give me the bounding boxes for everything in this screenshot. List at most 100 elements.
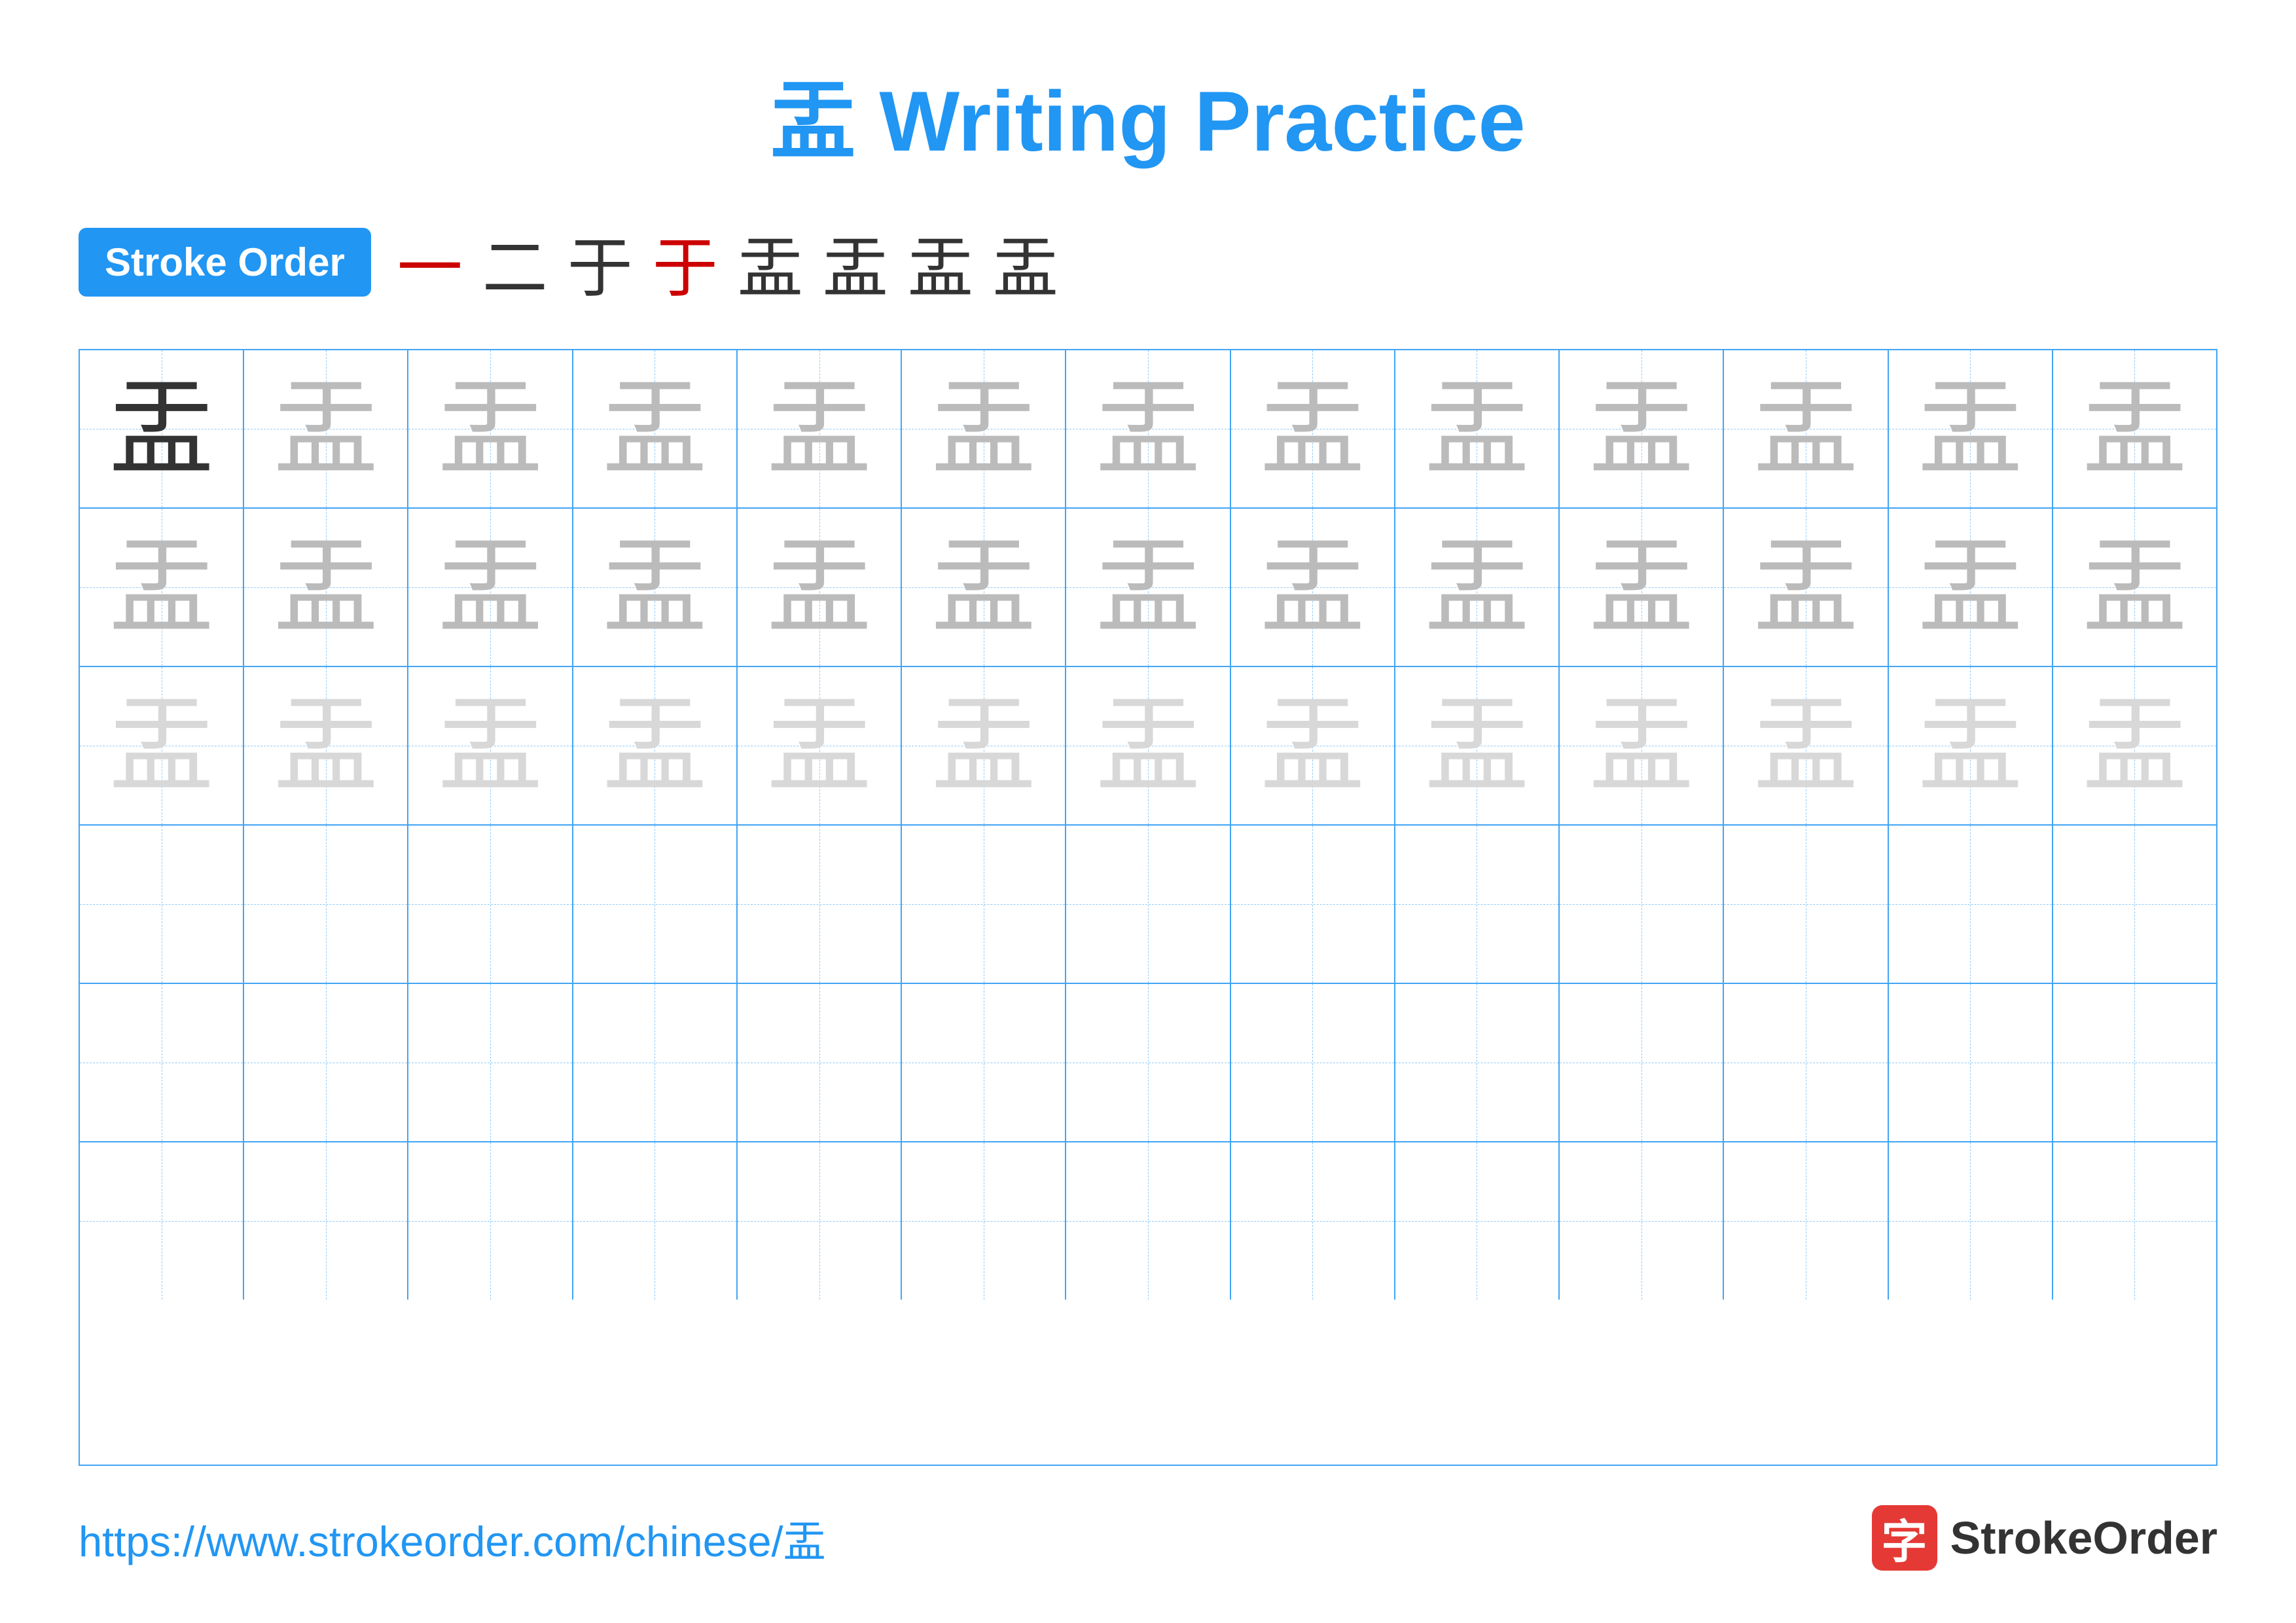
grid-cell-4-8[interactable] — [1231, 826, 1395, 983]
grid-cell-3-10[interactable]: 盂 — [1560, 667, 1724, 824]
grid-cell-6-1[interactable] — [80, 1142, 244, 1300]
grid-cell-6-3[interactable] — [408, 1142, 573, 1300]
grid-cell-2-9[interactable]: 盂 — [1395, 509, 1560, 666]
grid-cell-6-8[interactable] — [1231, 1142, 1395, 1300]
practice-char: 盂 — [931, 535, 1036, 640]
grid-cell-6-11[interactable] — [1724, 1142, 1888, 1300]
grid-cell-5-13[interactable] — [2053, 984, 2216, 1141]
grid-cell-1-11[interactable]: 盂 — [1724, 350, 1888, 507]
grid-cell-2-10[interactable]: 盂 — [1560, 509, 1724, 666]
stroke-6: 盂 — [823, 215, 888, 310]
practice-char: 盂 — [931, 376, 1036, 481]
grid-cell-6-6[interactable] — [902, 1142, 1066, 1300]
grid-cell-2-6[interactable]: 盂 — [902, 509, 1066, 666]
grid-cell-1-6[interactable]: 盂 — [902, 350, 1066, 507]
grid-cell-5-2[interactable] — [244, 984, 408, 1141]
grid-cell-5-4[interactable] — [573, 984, 738, 1141]
grid-cell-3-9[interactable]: 盂 — [1395, 667, 1560, 824]
grid-cell-4-4[interactable] — [573, 826, 738, 983]
grid-cell-4-6[interactable] — [902, 826, 1066, 983]
grid-cell-5-10[interactable] — [1560, 984, 1724, 1141]
grid-cell-1-13[interactable]: 盂 — [2053, 350, 2216, 507]
grid-cell-1-7[interactable]: 盂 — [1066, 350, 1230, 507]
grid-cell-2-2[interactable]: 盂 — [244, 509, 408, 666]
grid-cell-5-6[interactable] — [902, 984, 1066, 1141]
practice-char: 盂 — [274, 535, 378, 640]
practice-char: 盂 — [1260, 376, 1365, 481]
grid-cell-2-11[interactable]: 盂 — [1724, 509, 1888, 666]
practice-char: 盂 — [2082, 693, 2187, 798]
grid-cell-2-3[interactable]: 盂 — [408, 509, 573, 666]
grid-cell-2-12[interactable]: 盂 — [1889, 509, 2053, 666]
grid-cell-1-8[interactable]: 盂 — [1231, 350, 1395, 507]
practice-char: 盂 — [1753, 693, 1858, 798]
practice-char: 盂 — [1589, 693, 1694, 798]
grid-cell-1-5[interactable]: 盂 — [738, 350, 902, 507]
grid-cell-1-3[interactable]: 盂 — [408, 350, 573, 507]
grid-cell-1-12[interactable]: 盂 — [1889, 350, 2053, 507]
grid-cell-1-1[interactable]: 盂 — [80, 350, 244, 507]
practice-char: 盂 — [1918, 376, 2022, 481]
grid-cell-6-4[interactable] — [573, 1142, 738, 1300]
stroke-5: 盂 — [738, 215, 803, 310]
grid-cell-3-1[interactable]: 盂 — [80, 667, 244, 824]
grid-cell-6-9[interactable] — [1395, 1142, 1560, 1300]
grid-cell-2-1[interactable]: 盂 — [80, 509, 244, 666]
grid-cell-4-3[interactable] — [408, 826, 573, 983]
grid-cell-6-12[interactable] — [1889, 1142, 2053, 1300]
grid-cell-2-8[interactable]: 盂 — [1231, 509, 1395, 666]
practice-char: 盂 — [767, 693, 872, 798]
grid-cell-4-11[interactable] — [1724, 826, 1888, 983]
grid-cell-2-13[interactable]: 盂 — [2053, 509, 2216, 666]
practice-char: 盂 — [1424, 376, 1529, 481]
grid-cell-3-5[interactable]: 盂 — [738, 667, 902, 824]
grid-cell-1-2[interactable]: 盂 — [244, 350, 408, 507]
practice-char: 盂 — [1424, 535, 1529, 640]
grid-cell-6-5[interactable] — [738, 1142, 902, 1300]
practice-char: 盂 — [1260, 535, 1365, 640]
stroke-2: 二 — [482, 215, 548, 310]
practice-char: 盂 — [1589, 535, 1694, 640]
grid-cell-4-2[interactable] — [244, 826, 408, 983]
grid-cell-3-12[interactable]: 盂 — [1889, 667, 2053, 824]
grid-cell-6-2[interactable] — [244, 1142, 408, 1300]
grid-cell-6-7[interactable] — [1066, 1142, 1230, 1300]
grid-cell-4-13[interactable] — [2053, 826, 2216, 983]
grid-cell-4-10[interactable] — [1560, 826, 1724, 983]
grid-cell-3-3[interactable]: 盂 — [408, 667, 573, 824]
grid-cell-1-10[interactable]: 盂 — [1560, 350, 1724, 507]
grid-cell-4-5[interactable] — [738, 826, 902, 983]
practice-char: 盂 — [767, 535, 872, 640]
grid-cell-3-2[interactable]: 盂 — [244, 667, 408, 824]
grid-cell-5-3[interactable] — [408, 984, 573, 1141]
grid-cell-5-5[interactable] — [738, 984, 902, 1141]
grid-cell-5-9[interactable] — [1395, 984, 1560, 1141]
grid-cell-4-7[interactable] — [1066, 826, 1230, 983]
grid-cell-1-4[interactable]: 盂 — [573, 350, 738, 507]
grid-cell-3-8[interactable]: 盂 — [1231, 667, 1395, 824]
stroke-3: 于 — [567, 215, 633, 310]
grid-cell-5-12[interactable] — [1889, 984, 2053, 1141]
grid-cell-5-1[interactable] — [80, 984, 244, 1141]
grid-cell-5-8[interactable] — [1231, 984, 1395, 1141]
page: 盂 Writing Practice Stroke Order 一 二 于 于 … — [0, 0, 2296, 1623]
grid-cell-3-7[interactable]: 盂 — [1066, 667, 1230, 824]
grid-cell-2-4[interactable]: 盂 — [573, 509, 738, 666]
grid-cell-3-11[interactable]: 盂 — [1724, 667, 1888, 824]
grid-cell-3-13[interactable]: 盂 — [2053, 667, 2216, 824]
grid-cell-4-12[interactable] — [1889, 826, 2053, 983]
grid-cell-3-4[interactable]: 盂 — [573, 667, 738, 824]
stroke-order-badge: Stroke Order — [79, 228, 371, 297]
grid-cell-2-5[interactable]: 盂 — [738, 509, 902, 666]
practice-char: 盂 — [1589, 376, 1694, 481]
grid-cell-1-9[interactable]: 盂 — [1395, 350, 1560, 507]
grid-cell-4-1[interactable] — [80, 826, 244, 983]
grid-cell-4-9[interactable] — [1395, 826, 1560, 983]
grid-cell-6-10[interactable] — [1560, 1142, 1724, 1300]
grid-cell-6-13[interactable] — [2053, 1142, 2216, 1300]
grid-cell-5-11[interactable] — [1724, 984, 1888, 1141]
grid-cell-2-7[interactable]: 盂 — [1066, 509, 1230, 666]
practice-char: 盂 — [602, 376, 707, 481]
grid-cell-3-6[interactable]: 盂 — [902, 667, 1066, 824]
grid-cell-5-7[interactable] — [1066, 984, 1230, 1141]
